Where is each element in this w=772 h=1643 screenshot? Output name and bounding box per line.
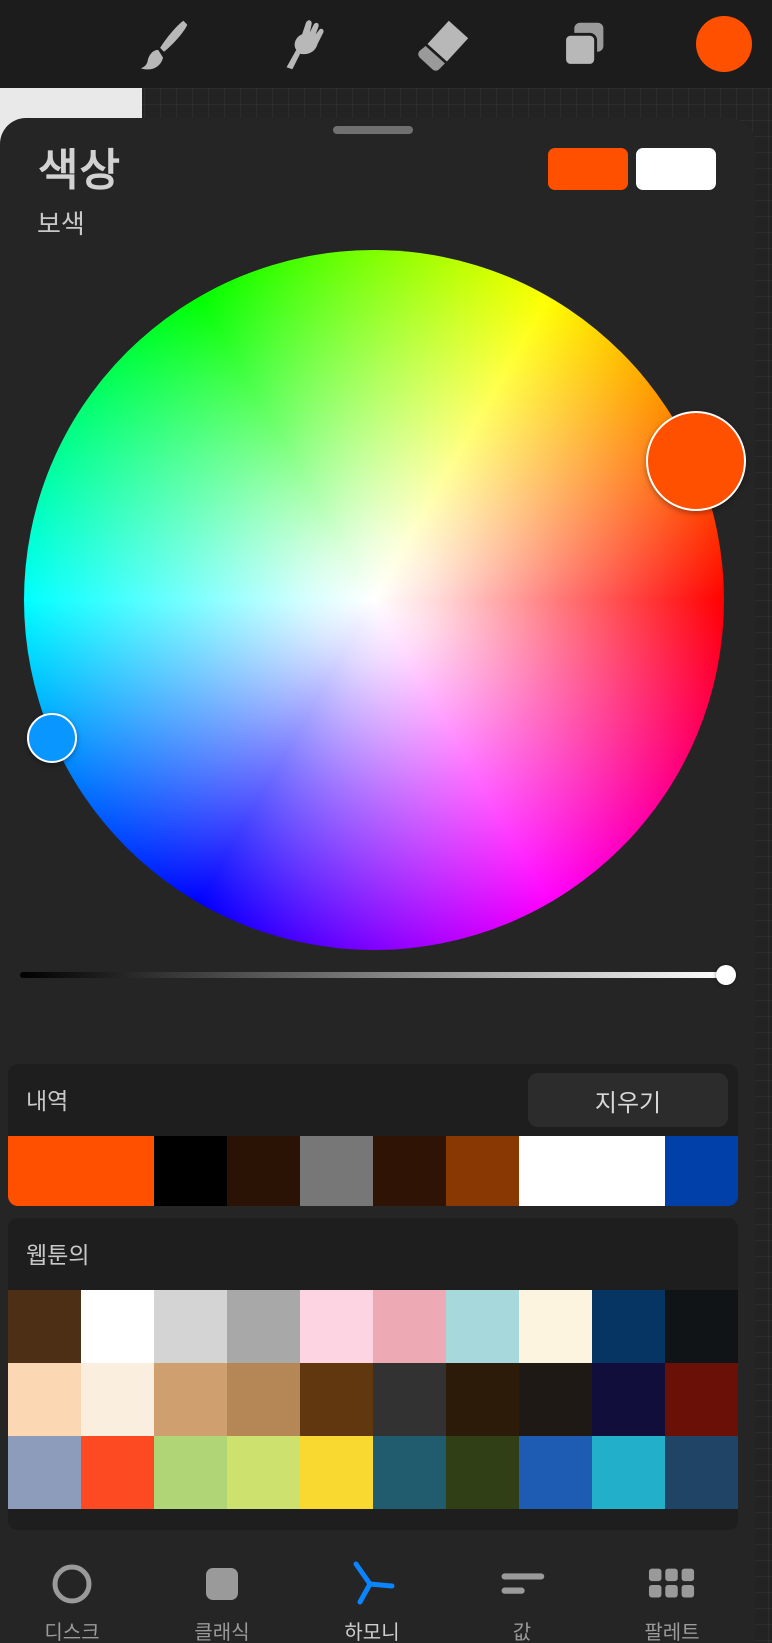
tab-label: 하모니	[344, 1620, 400, 1643]
palette-swatch[interactable]	[519, 1363, 592, 1436]
history-swatch[interactable]	[8, 1136, 154, 1206]
layers-icon	[563, 22, 604, 67]
history-swatch[interactable]	[300, 1136, 373, 1206]
palette-swatch[interactable]	[227, 1363, 300, 1436]
panel-title: 색상	[38, 145, 121, 196]
value-icon	[498, 1560, 546, 1608]
tab-disc[interactable]: 디스크	[12, 1560, 132, 1643]
palette-swatch[interactable]	[81, 1436, 154, 1509]
palette-swatch[interactable]	[8, 1436, 81, 1509]
smudge-tool-button[interactable]	[272, 12, 336, 76]
palette-swatch[interactable]	[665, 1436, 738, 1509]
tab-label: 값	[512, 1620, 532, 1643]
palette-swatch[interactable]	[519, 1290, 592, 1363]
palette-swatch[interactable]	[227, 1290, 300, 1363]
current-color-button[interactable]	[696, 16, 752, 72]
color-panel: 색상 보색 내역 지우기 웹툰의 디스크 클래식 하모니 값 팔레트	[0, 118, 755, 1643]
tab-value[interactable]: 값	[462, 1560, 582, 1643]
palette-swatch[interactable]	[665, 1363, 738, 1436]
clear-history-button[interactable]: 지우기	[528, 1073, 728, 1127]
harmony-icon	[348, 1560, 396, 1608]
palette-swatch[interactable]	[227, 1436, 300, 1509]
palette-swatch[interactable]	[665, 1290, 738, 1363]
eraser-tool-button[interactable]	[411, 12, 475, 76]
complementary-color-knob[interactable]	[27, 713, 77, 763]
palette-swatch[interactable]	[154, 1290, 227, 1363]
history-label: 내역	[26, 1089, 69, 1115]
saturation-overlay	[24, 250, 724, 950]
palette-swatch[interactable]	[446, 1363, 519, 1436]
disc-icon	[48, 1560, 96, 1608]
palette-icon	[648, 1560, 696, 1608]
brush-icon	[140, 20, 188, 70]
palette-swatch[interactable]	[8, 1363, 81, 1436]
palette-swatch[interactable]	[300, 1363, 373, 1436]
history-swatches	[8, 1136, 738, 1206]
history-swatch[interactable]	[519, 1136, 665, 1206]
palette-swatch[interactable]	[154, 1363, 227, 1436]
palette-swatch[interactable]	[81, 1363, 154, 1436]
palette-swatch[interactable]	[373, 1363, 446, 1436]
history-section: 내역 지우기	[8, 1064, 738, 1206]
palette-swatch-grid	[8, 1290, 738, 1530]
brush-tool-button[interactable]	[132, 12, 196, 76]
tab-classic[interactable]: 클래식	[162, 1560, 282, 1643]
palette-swatch[interactable]	[81, 1290, 154, 1363]
classic-icon	[198, 1560, 246, 1608]
panel-grabber-handle[interactable]	[333, 126, 413, 134]
tab-palette[interactable]: 팔레트	[612, 1560, 732, 1643]
color-wheel[interactable]	[24, 250, 724, 950]
palette-swatch[interactable]	[446, 1436, 519, 1509]
color-mode-tab-bar: 디스크 클래식 하모니 값 팔레트	[0, 1542, 755, 1643]
palette-swatch[interactable]	[592, 1290, 665, 1363]
tab-harmony[interactable]: 하모니	[312, 1560, 432, 1643]
palette-swatch[interactable]	[446, 1290, 519, 1363]
eraser-icon	[418, 20, 469, 71]
tab-label: 디스크	[44, 1620, 100, 1643]
palette-swatch[interactable]	[373, 1290, 446, 1363]
layers-tool-button[interactable]	[552, 12, 616, 76]
tab-label: 클래식	[194, 1620, 250, 1643]
brightness-track	[20, 972, 726, 978]
history-swatch[interactable]	[154, 1136, 227, 1206]
palette-swatch[interactable]	[154, 1436, 227, 1509]
selected-color-knob[interactable]	[646, 411, 746, 511]
top-toolbar	[0, 0, 772, 88]
palette-section: 웹툰의	[8, 1218, 738, 1530]
palette-swatch[interactable]	[300, 1290, 373, 1363]
palette-swatch[interactable]	[592, 1363, 665, 1436]
history-swatch[interactable]	[665, 1136, 738, 1206]
palette-swatch[interactable]	[373, 1436, 446, 1509]
history-swatch[interactable]	[373, 1136, 446, 1206]
history-swatch[interactable]	[446, 1136, 519, 1206]
brightness-thumb[interactable]	[716, 965, 736, 985]
primary-color-swatch[interactable]	[548, 148, 628, 190]
palette-swatch[interactable]	[592, 1436, 665, 1509]
brightness-slider[interactable]	[20, 962, 736, 990]
palette-swatch[interactable]	[8, 1290, 81, 1363]
harmony-mode-label[interactable]: 보색	[37, 204, 85, 241]
secondary-color-swatch[interactable]	[636, 148, 716, 190]
history-swatch[interactable]	[227, 1136, 300, 1206]
tab-label: 팔레트	[644, 1620, 700, 1643]
palette-swatch[interactable]	[519, 1436, 592, 1509]
palette-swatch[interactable]	[300, 1436, 373, 1509]
palette-label: 웹툰의	[26, 1243, 90, 1269]
smudge-icon	[286, 20, 324, 70]
